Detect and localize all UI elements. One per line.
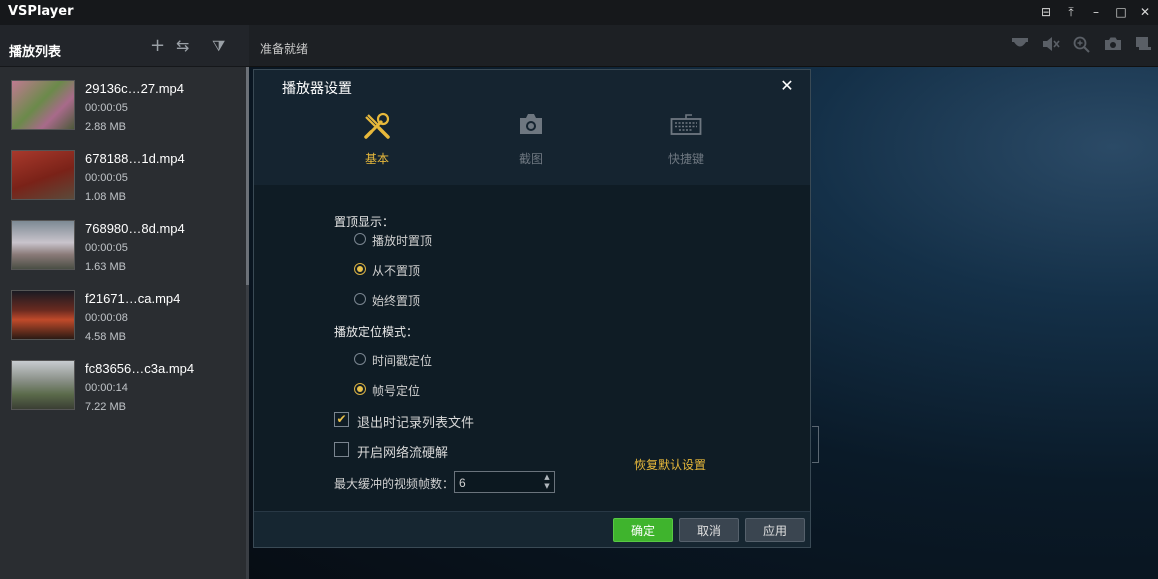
maximize-button[interactable]: □	[1112, 3, 1130, 21]
playlist-item[interactable]: f21671…ca.mp4 00:00:08 4.58 MB	[0, 280, 246, 350]
file-duration: 00:00:05	[85, 102, 128, 114]
file-size: 7.22 MB	[85, 401, 126, 413]
cache-frames-label: 最大缓冲的视频帧数：	[334, 477, 455, 491]
file-duration: 00:00:05	[85, 242, 128, 254]
close-button[interactable]: ✕	[1136, 3, 1154, 21]
background-panel-edge	[812, 426, 819, 463]
radio-label: 始终置顶	[372, 294, 421, 308]
dialog-header: 播放器设置 ✕ 基本 截图 快捷键	[254, 70, 810, 185]
dialog-body: 置顶显示： 播放时置顶 从不置顶 始终置顶 播放定位模式： 时间戳定位 帧号定位…	[254, 185, 810, 511]
playlist-item[interactable]: fc83656…c3a.mp4 00:00:14 7.22 MB	[0, 350, 246, 420]
file-size: 1.08 MB	[85, 191, 126, 203]
file-name: 678188…1d.mp4	[85, 151, 185, 166]
dialog-title: 播放器设置	[282, 81, 352, 97]
playlist-item[interactable]: 678188…1d.mp4 00:00:05 1.08 MB	[0, 140, 246, 210]
camera-icon	[491, 112, 571, 142]
stepper-arrows-icon[interactable]: ▲ ▼	[542, 473, 552, 491]
dialog-footer: 确定 取消 应用	[254, 511, 810, 547]
radio-label: 时间戳定位	[372, 354, 433, 368]
playlist-header: 播放列表 + ⇆ ⧩	[0, 25, 249, 67]
add-icon[interactable]: +	[150, 37, 165, 55]
video-thumbnail	[11, 290, 75, 340]
radio-button[interactable]	[354, 263, 366, 275]
seek-mode-label: 播放定位模式：	[334, 325, 419, 339]
playlist-item[interactable]: 29136c…27.mp4 00:00:05 2.88 MB	[0, 70, 246, 140]
restore-defaults-link[interactable]: 恢复默认设置	[634, 456, 706, 473]
video-toolbar: 准备就绪	[249, 25, 1158, 67]
tab-snapshot-label: 截图	[518, 152, 543, 166]
radio-button[interactable]	[354, 383, 366, 395]
tab-basic[interactable]: 基本	[337, 112, 417, 167]
radio-label: 从不置顶	[372, 264, 421, 278]
close-icon[interactable]: ✕	[778, 76, 796, 95]
playlist-panel: 播放列表 + ⇆ ⧩ 29136c…27.mp4 00:00:05 2.88 M…	[0, 25, 249, 579]
checkbox[interactable]	[334, 442, 349, 457]
pin-icon[interactable]: ⤒	[1062, 3, 1080, 21]
menu-icon[interactable]: ⊟	[1037, 3, 1055, 21]
file-duration: 00:00:08	[85, 312, 128, 324]
tab-snapshot[interactable]: 截图	[491, 112, 571, 167]
title-bar: VSPlayer ⊟ ⤒ – □ ✕	[0, 0, 1158, 25]
apply-button[interactable]: 应用	[745, 518, 805, 542]
radio-button[interactable]	[354, 293, 366, 305]
checkbox-label: 开启网络流硬解	[357, 446, 449, 461]
file-size: 2.88 MB	[85, 121, 126, 133]
tab-basic-label: 基本	[364, 152, 389, 166]
filter-icon[interactable]: ⧩	[212, 37, 225, 55]
video-thumbnail	[11, 150, 75, 200]
wrench-icon	[337, 112, 417, 142]
switch-icon[interactable]: ⇆	[176, 37, 189, 55]
record-icon[interactable]	[1133, 36, 1155, 56]
zoom-icon[interactable]	[1071, 36, 1093, 56]
file-duration: 00:00:05	[85, 172, 128, 184]
file-name: 768980…8d.mp4	[85, 221, 185, 236]
file-name: f21671…ca.mp4	[85, 291, 181, 306]
cancel-button[interactable]: 取消	[679, 518, 739, 542]
ok-button[interactable]: 确定	[613, 518, 673, 542]
status-text: 准备就绪	[260, 42, 309, 56]
keyboard-icon	[646, 112, 726, 142]
snapshot-icon[interactable]	[1102, 36, 1124, 56]
radio-label: 帧号定位	[372, 384, 421, 398]
tab-shortcuts[interactable]: 快捷键	[646, 112, 726, 167]
file-duration: 00:00:14	[85, 382, 128, 394]
playlist-title: 播放列表	[9, 45, 62, 60]
file-size: 1.63 MB	[85, 261, 126, 273]
video-thumbnail	[11, 80, 75, 130]
app-title: VSPlayer	[8, 4, 74, 19]
file-name: 29136c…27.mp4	[85, 81, 185, 96]
radio-button[interactable]	[354, 353, 366, 365]
radio-button[interactable]	[354, 233, 366, 245]
player-settings-dialog: 播放器设置 ✕ 基本 截图 快捷键 置顶显示： 播放时置顶 从不置顶 始终置顶 …	[253, 69, 811, 548]
cache-frames-value[interactable]: 6	[459, 476, 466, 490]
minimize-button[interactable]: –	[1087, 3, 1105, 21]
checkbox[interactable]: ✔	[334, 412, 349, 427]
video-thumbnail	[11, 220, 75, 270]
radio-label: 播放时置顶	[372, 234, 433, 248]
file-size: 4.58 MB	[85, 331, 126, 343]
checkbox-label: 退出时记录列表文件	[357, 416, 475, 431]
unmute-icon[interactable]	[1040, 36, 1062, 56]
tab-shortcuts-label: 快捷键	[667, 152, 704, 166]
camera-dome-icon[interactable]	[1009, 36, 1031, 56]
video-thumbnail	[11, 360, 75, 410]
topmost-label: 置顶显示：	[334, 215, 395, 229]
playlist-item[interactable]: 768980…8d.mp4 00:00:05 1.63 MB	[0, 210, 246, 280]
file-name: fc83656…c3a.mp4	[85, 361, 195, 376]
cache-frames-stepper[interactable]: 6 ▲ ▼	[454, 471, 555, 493]
